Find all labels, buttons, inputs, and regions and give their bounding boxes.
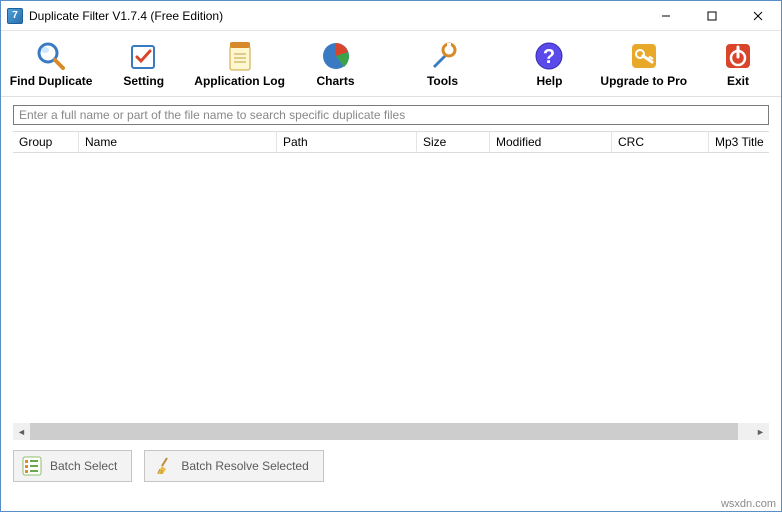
close-icon (753, 11, 763, 21)
application-log-label: Application Log (194, 74, 285, 88)
broom-icon (153, 456, 173, 476)
col-modified[interactable]: Modified (490, 132, 612, 152)
minimize-icon (661, 11, 671, 21)
log-icon (224, 40, 256, 72)
main-toolbar: Find Duplicate Setting Application Log C… (1, 31, 781, 97)
help-button[interactable]: ? Help (514, 35, 584, 93)
watermark: wsxdn.com (721, 498, 776, 510)
upgrade-button[interactable]: Upgrade to Pro (600, 35, 687, 93)
application-log-button[interactable]: Application Log (194, 35, 285, 93)
maximize-icon (707, 11, 717, 21)
titlebar: 7 Duplicate Filter V1.7.4 (Free Edition) (1, 1, 781, 31)
scroll-right-button[interactable]: ► (752, 423, 769, 440)
batch-select-label: Batch Select (50, 459, 117, 473)
list-check-icon (22, 456, 42, 476)
window-controls (643, 1, 781, 31)
tools-label: Tools (427, 74, 458, 88)
exit-label: Exit (727, 74, 749, 88)
col-name[interactable]: Name (79, 132, 277, 152)
horizontal-scrollbar[interactable]: ◄ ► (13, 423, 769, 440)
scroll-track[interactable] (30, 423, 752, 440)
close-button[interactable] (735, 1, 781, 31)
magnifier-icon (35, 40, 67, 72)
tools-icon (427, 40, 459, 72)
search-input[interactable] (13, 105, 769, 125)
col-size[interactable]: Size (417, 132, 490, 152)
setting-icon (128, 40, 160, 72)
setting-label: Setting (123, 74, 164, 88)
scroll-left-button[interactable]: ◄ (13, 423, 30, 440)
results-grid: Group Name Path Size Modified CRC Mp3 Ti… (1, 131, 781, 421)
batch-resolve-label: Batch Resolve Selected (181, 459, 308, 473)
svg-text:?: ? (543, 46, 555, 68)
upgrade-label: Upgrade to Pro (600, 74, 687, 88)
grid-body[interactable] (13, 153, 769, 421)
col-path[interactable]: Path (277, 132, 417, 152)
find-duplicate-label: Find Duplicate (10, 74, 93, 88)
window-title: Duplicate Filter V1.7.4 (Free Edition) (29, 9, 223, 23)
grid-header: Group Name Path Size Modified CRC Mp3 Ti… (13, 131, 769, 153)
maximize-button[interactable] (689, 1, 735, 31)
batch-resolve-button[interactable]: Batch Resolve Selected (144, 450, 323, 482)
exit-icon (722, 40, 754, 72)
scroll-thumb[interactable] (30, 423, 738, 440)
col-mp3title[interactable]: Mp3 Title (709, 132, 769, 152)
setting-button[interactable]: Setting (109, 35, 179, 93)
help-label: Help (536, 74, 562, 88)
tools-button[interactable]: Tools (408, 35, 478, 93)
search-row (1, 97, 781, 131)
col-crc[interactable]: CRC (612, 132, 709, 152)
minimize-button[interactable] (643, 1, 689, 31)
batch-select-button[interactable]: Batch Select (13, 450, 132, 482)
col-group[interactable]: Group (13, 132, 79, 152)
charts-button[interactable]: Charts (301, 35, 371, 93)
app-icon: 7 (7, 8, 23, 24)
upgrade-icon (628, 40, 660, 72)
help-icon: ? (533, 40, 565, 72)
charts-label: Charts (317, 74, 355, 88)
find-duplicate-button[interactable]: Find Duplicate (9, 35, 93, 93)
bottom-bar: Batch Select Batch Resolve Selected (1, 440, 781, 492)
pie-chart-icon (320, 40, 352, 72)
exit-button[interactable]: Exit (703, 35, 773, 93)
